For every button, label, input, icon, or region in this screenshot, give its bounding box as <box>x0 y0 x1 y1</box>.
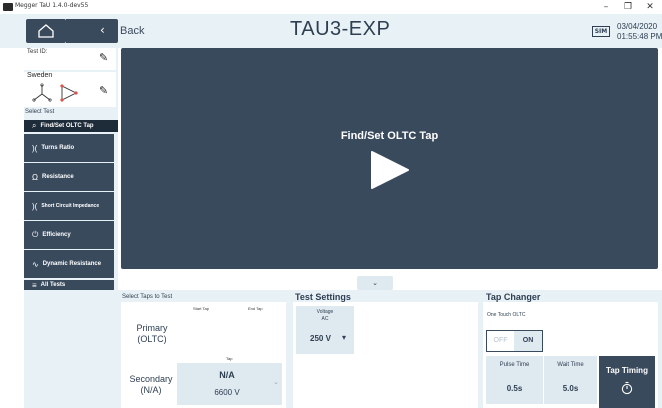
start-tap-label: Start Tap <box>193 306 209 311</box>
pulse-time-label: Pulse Time <box>499 362 530 368</box>
voltage-sub-label: AC <box>321 316 329 322</box>
one-touch-oltc-label: One Touch OLTC <box>487 312 526 318</box>
collapse-panel-button[interactable]: ⌄ <box>357 276 393 290</box>
secondary-tap-voltage: 6600 V <box>214 388 240 397</box>
minimize-button[interactable]: – <box>596 0 616 14</box>
edit-config-pencil-icon[interactable]: ✎ <box>99 84 108 97</box>
page-title: TAU3-EXP <box>290 18 391 40</box>
sidebar-item-label: Efficiency <box>42 232 71 238</box>
end-tap-label: End Tap <box>248 306 263 311</box>
tap-label: Tap <box>226 356 233 361</box>
close-button[interactable]: ✕ <box>640 0 660 14</box>
sidebar-item-all-tests[interactable]: ≡ All Tests <box>24 280 114 290</box>
select-taps-title: Select Taps to Test <box>122 294 173 300</box>
maximize-button[interactable]: ❐ <box>618 0 638 14</box>
edit-pencil-icon[interactable]: ✎ <box>99 51 108 64</box>
coil-icon: )( <box>32 143 38 153</box>
test-settings-title: Test Settings <box>295 292 351 302</box>
stopwatch-icon <box>621 381 633 395</box>
app-icon <box>3 3 13 11</box>
secondary-sub-label: (N/A) <box>140 385 162 395</box>
caret-down-icon: ▾ <box>342 333 347 342</box>
sidebar-item-label: Short Circuit Impedance <box>41 203 100 209</box>
wait-time-label: Wait Time <box>557 362 584 368</box>
play-icon[interactable] <box>370 150 410 190</box>
chevron-down-icon: ⌄ <box>273 378 279 386</box>
secondary-label: Secondary <box>129 374 173 384</box>
secondary-tap-value: N/A <box>219 370 235 380</box>
voltage-label: Voltage AC <box>296 309 354 323</box>
winding-diagram-icon <box>32 83 78 102</box>
chevron-down-icon: ⌄ <box>372 279 378 287</box>
sidebar-item-dynamic-resistance[interactable]: ∿ Dynamic Resistance <box>24 250 114 278</box>
selected-indicator <box>112 120 117 132</box>
window-title: Megger TaU 1.4.0-dev55 <box>15 2 89 9</box>
tap-timing-label: Tap Timing <box>606 366 648 375</box>
coil-icon: )( <box>32 201 38 211</box>
toggle-off-option[interactable]: OFF <box>487 331 514 351</box>
voltage-label-text: Voltage <box>316 309 334 315</box>
select-test-label: Select Test <box>25 109 55 115</box>
time-readout: 01:55:48 PM <box>617 32 662 41</box>
sidebar-item-label: Dynamic Resistance <box>42 261 102 267</box>
pulse-time-value: 0.5s <box>506 384 523 393</box>
sidebar-item-resistance[interactable]: Ω Resistance <box>24 163 114 191</box>
sidebar-item-label: Resistance <box>41 174 74 180</box>
tap-changer-title: Tap Changer <box>486 292 541 302</box>
omega-icon: Ω <box>32 172 38 182</box>
wait-time-value: 5.0s <box>562 384 579 393</box>
sidebar-item-turns-ratio[interactable]: )( Turns Ratio <box>24 134 114 162</box>
video-title: Find/Set OLTC Tap <box>340 130 439 142</box>
sidebar-item-label: Find/Set OLTC Tap <box>40 123 94 129</box>
sidebar-item-label: Turns Ratio <box>41 145 75 151</box>
secondary-winding-label: Secondary (N/A) <box>125 374 177 396</box>
sidebar-item-find-set-oltc-tap[interactable]: ⌕ Find/Set OLTC Tap <box>24 120 118 132</box>
voltage-value: 250 V <box>310 334 331 343</box>
list-icon: ≡ <box>32 280 37 290</box>
sidebar-item-efficiency[interactable]: ⏻ Efficiency <box>24 221 114 249</box>
config-name: Sweden <box>27 72 53 79</box>
waveform-icon: ∿ <box>32 259 39 269</box>
back-button[interactable]: ‹ <box>66 19 118 43</box>
sidebar-item-label: All Tests <box>40 282 66 288</box>
search-icon: ⌕ <box>32 121 37 130</box>
plug-icon: ⏻ <box>32 230 39 239</box>
primary-winding-label: Primary (OLTC) <box>132 323 172 345</box>
window-titlebar: Megger TaU 1.4.0-dev55 – ❐ ✕ <box>0 0 662 14</box>
sim-badge: SIM <box>592 26 610 37</box>
chevron-left-icon: ‹ <box>100 23 105 37</box>
home-icon <box>38 24 54 38</box>
date-readout: 03/04/2020 <box>617 22 658 31</box>
back-label[interactable]: Back <box>120 25 144 37</box>
primary-sub-label: (OLTC) <box>137 334 167 344</box>
test-id-label: Test ID: <box>27 49 48 55</box>
home-button[interactable] <box>26 19 66 43</box>
toggle-on-option[interactable]: ON <box>514 331 542 351</box>
sidebar-item-short-circuit-impedance[interactable]: )( Short Circuit Impedance <box>24 192 114 220</box>
primary-label: Primary <box>136 323 168 333</box>
